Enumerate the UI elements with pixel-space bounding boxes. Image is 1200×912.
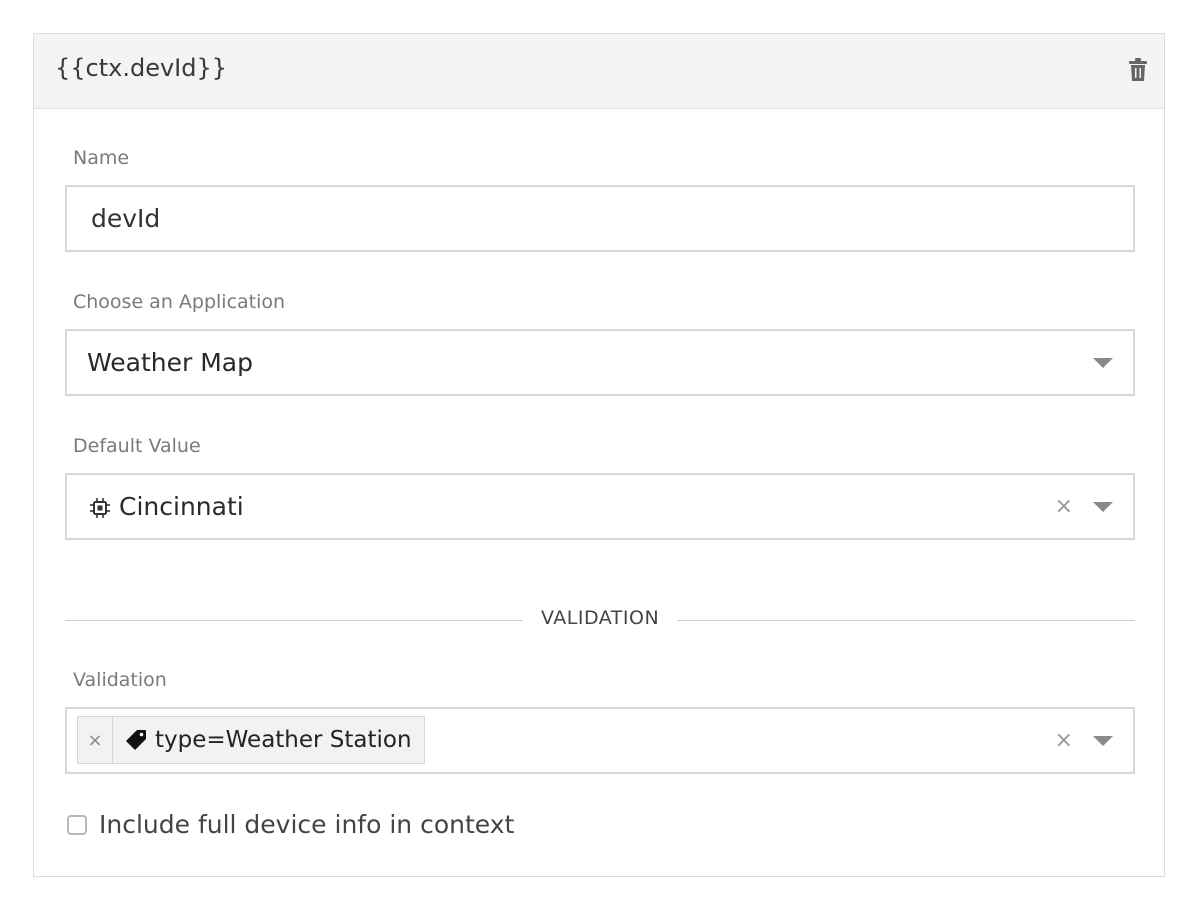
application-label: Choose an Application xyxy=(73,291,286,313)
validation-divider-title: VALIDATION xyxy=(541,607,660,629)
tag-remove-button[interactable]: × xyxy=(78,717,113,763)
card-title: {{ctx.devId}} xyxy=(55,54,228,82)
clear-icon[interactable]: × xyxy=(1055,726,1073,756)
chevron-down-icon[interactable] xyxy=(1093,736,1113,746)
tag-body: type=Weather Station xyxy=(113,717,424,763)
include-device-info-row[interactable]: Include full device info in context xyxy=(67,810,514,839)
application-selected-value: Weather Map xyxy=(87,348,253,377)
default-value-label: Default Value xyxy=(73,435,201,457)
divider-line-left xyxy=(65,620,523,621)
divider-line-right xyxy=(677,620,1135,621)
name-field[interactable] xyxy=(65,185,1135,252)
validation-select[interactable]: × type=Weather Station × xyxy=(65,707,1135,774)
name-label: Name xyxy=(73,147,130,169)
variable-card: {{ctx.devId}} Name Choose an Application… xyxy=(33,33,1165,877)
tag-text: type=Weather Station xyxy=(155,727,412,753)
device-chip-icon xyxy=(90,498,110,518)
validation-tag: × type=Weather Station xyxy=(77,716,425,764)
clear-icon[interactable]: × xyxy=(1055,492,1073,522)
trash-icon[interactable] xyxy=(1128,58,1148,82)
card-header: {{ctx.devId}} xyxy=(34,34,1164,109)
validation-label: Validation xyxy=(73,669,167,691)
tag-icon xyxy=(126,730,146,750)
default-value-select[interactable]: Cincinnati × xyxy=(65,473,1135,540)
chevron-down-icon[interactable] xyxy=(1093,358,1113,368)
include-device-info-label: Include full device info in context xyxy=(99,810,515,839)
chevron-down-icon[interactable] xyxy=(1093,502,1113,512)
name-input[interactable] xyxy=(67,187,1133,250)
include-device-info-checkbox[interactable] xyxy=(67,814,87,835)
application-select[interactable]: Weather Map xyxy=(65,329,1135,396)
default-value-selected: Cincinnati xyxy=(119,492,244,521)
